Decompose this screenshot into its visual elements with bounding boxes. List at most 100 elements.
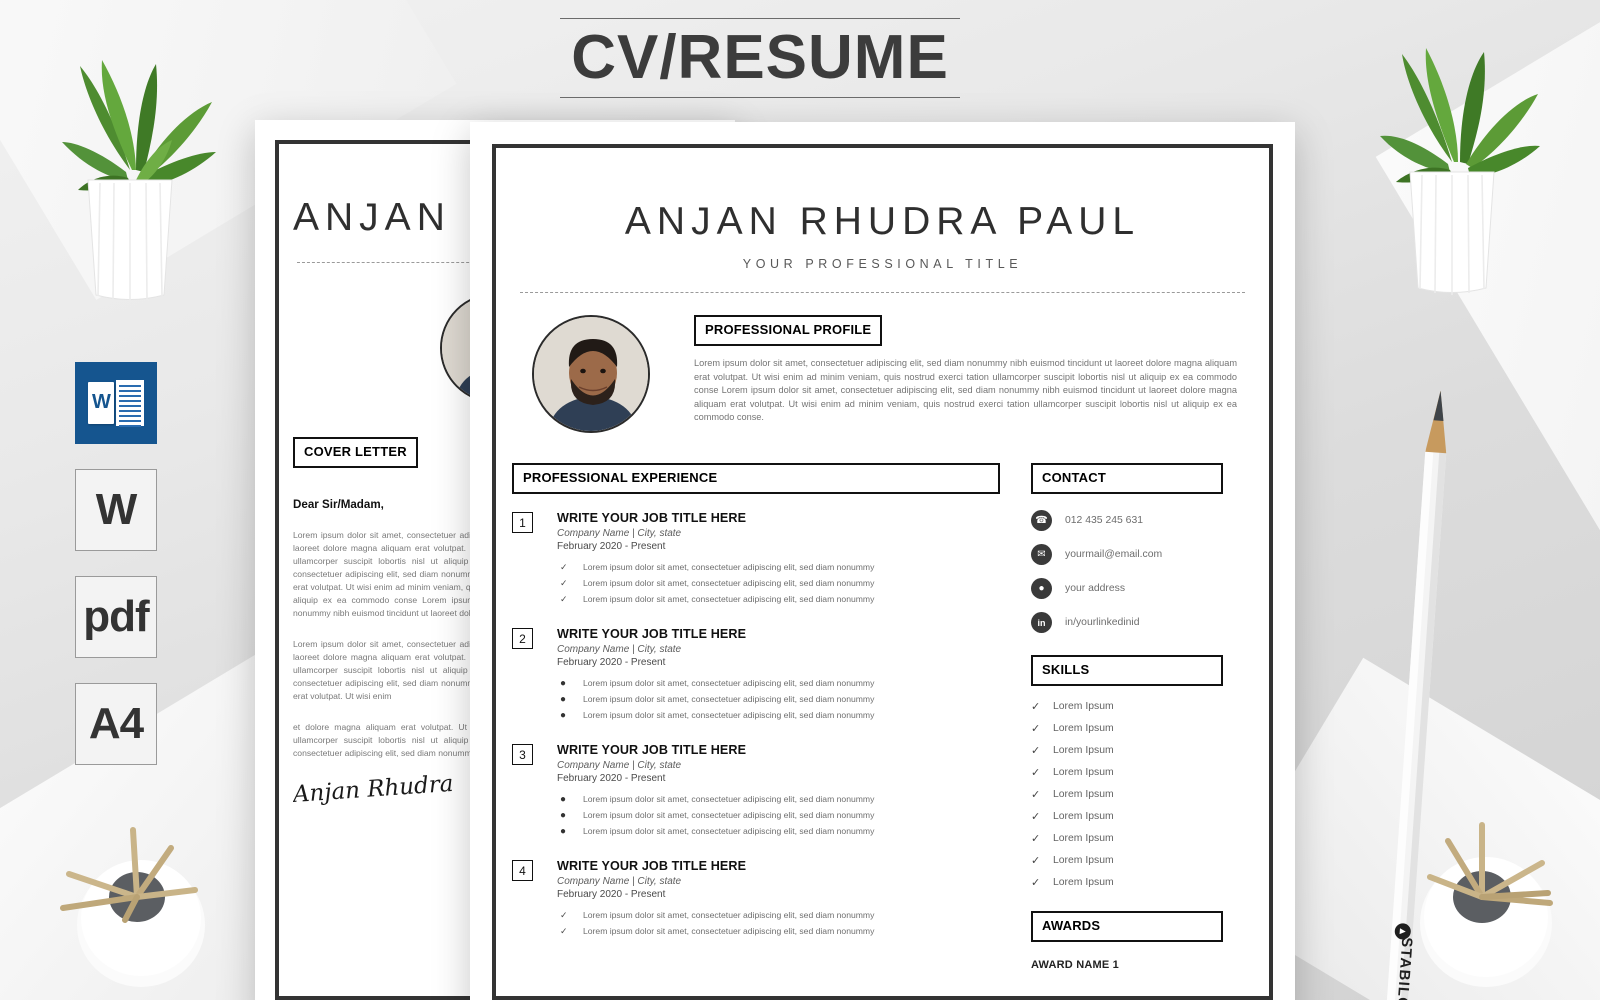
awards-list: AWARD NAME 1 bbox=[1031, 959, 1223, 971]
avatar bbox=[532, 315, 650, 433]
contact-heading-box: CONTACT bbox=[1031, 463, 1223, 494]
skill-label: Lorem Ipsum bbox=[1053, 789, 1114, 800]
experience-item[interactable]: 4 WRITE YOUR JOB TITLE HERE Company Name… bbox=[512, 859, 1000, 942]
experience-item[interactable]: 3 WRITE YOUR JOB TITLE HERE Company Name… bbox=[512, 743, 1000, 842]
experience-bullet-text: Lorem ipsum dolor sit amet, consectetuer… bbox=[583, 694, 875, 704]
experience-bullet: ● Lorem ipsum dolor sit amet, consectetu… bbox=[557, 794, 1000, 805]
experience-bullet-text: Lorem ipsum dolor sit amet, consectetuer… bbox=[583, 794, 875, 804]
skill-label: Lorem Ipsum bbox=[1053, 701, 1114, 712]
resume-name: ANJAN RHUDRA PAUL bbox=[624, 200, 1141, 243]
experience-bullet-list: ✓ Lorem ipsum dolor sit amet, consectetu… bbox=[557, 910, 1000, 937]
experience-date: February 2020 - Present bbox=[557, 657, 666, 668]
skill-label: Lorem Ipsum bbox=[1053, 811, 1114, 822]
experience-number: 1 bbox=[512, 512, 533, 533]
profile-heading-box: PROFESSIONAL PROFILE bbox=[694, 315, 883, 346]
resume-content: ANJAN RHUDRA PAUL YOUR PROFESSIONAL TITL… bbox=[512, 158, 1253, 986]
experience-bullet-list: ● Lorem ipsum dolor sit amet, consectetu… bbox=[557, 678, 1000, 721]
experience-bullet-text: Lorem ipsum dolor sit amet, consectetuer… bbox=[583, 926, 875, 936]
contact-item[interactable]: ✉ yourmail@email.com bbox=[1031, 544, 1223, 565]
experience-title: WRITE YOUR JOB TITLE HERE bbox=[557, 859, 747, 873]
contact-item[interactable]: ● your address bbox=[1031, 578, 1223, 599]
experience-number: 3 bbox=[512, 744, 533, 765]
resume-professional-title: YOUR PROFESSIONAL TITLE bbox=[742, 257, 1023, 271]
experience-bullet-text: Lorem ipsum dolor sit amet, consectetuer… bbox=[583, 826, 875, 836]
skill-item: ✓ Lorem Ipsum bbox=[1031, 876, 1223, 889]
experience-item[interactable]: 1 WRITE YOUR JOB TITLE HERE Company Name… bbox=[512, 511, 1000, 610]
resume-page[interactable]: ANJAN RHUDRA PAUL YOUR PROFESSIONAL TITL… bbox=[470, 122, 1295, 1000]
envelope-icon: ✉ bbox=[1031, 544, 1052, 565]
check-icon: ✓ bbox=[1031, 745, 1041, 757]
skill-label: Lorem Ipsum bbox=[1053, 767, 1114, 778]
cover-letter-heading-box: COVER LETTER bbox=[293, 437, 418, 468]
sidebar-column: CONTACT ☎ 012 435 245 631 ✉ yourmail@ema… bbox=[1031, 463, 1223, 971]
experience-bullet-list: ● Lorem ipsum dolor sit amet, consectetu… bbox=[557, 794, 1000, 837]
contact-heading: CONTACT bbox=[1042, 470, 1106, 485]
contact-item[interactable]: ☎ 012 435 245 631 bbox=[1031, 510, 1223, 531]
title-rule-bottom bbox=[560, 97, 960, 98]
skills-list: ✓ Lorem Ipsum ✓ Lorem Ipsum ✓ Lorem Ipsu… bbox=[1031, 700, 1223, 889]
resume-profile-row: PROFESSIONAL PROFILE Lorem ipsum dolor s… bbox=[512, 315, 1253, 433]
page-title: CV/RESUME bbox=[571, 23, 949, 92]
awards-heading: AWARDS bbox=[1042, 918, 1101, 933]
experience-bullet: ✓ Lorem ipsum dolor sit amet, consectetu… bbox=[557, 578, 1000, 589]
check-icon: ✓ bbox=[1031, 855, 1041, 867]
linkedin-icon: in bbox=[1031, 612, 1052, 633]
skill-label: Lorem Ipsum bbox=[1053, 723, 1114, 734]
experience-bullet: ✓ Lorem ipsum dolor sit amet, consectetu… bbox=[557, 562, 1000, 573]
experience-bullet-text: Lorem ipsum dolor sit amet, consectetuer… bbox=[583, 578, 875, 588]
dot-bullet-icon: ● bbox=[560, 810, 567, 821]
plant-top-left bbox=[40, 20, 220, 310]
experience-bullet-list: ✓ Lorem ipsum dolor sit amet, consectetu… bbox=[557, 562, 1000, 605]
w-badge[interactable]: W bbox=[75, 469, 157, 551]
resume-header-divider bbox=[520, 292, 1245, 293]
page-title-block: CV/RESUME bbox=[560, 18, 960, 98]
skill-item: ✓ Lorem Ipsum bbox=[1031, 722, 1223, 735]
word-icon-letter: W bbox=[88, 382, 114, 424]
experience-bullet: ● Lorem ipsum dolor sit amet, consectetu… bbox=[557, 826, 1000, 837]
resume-main-row: PROFESSIONAL EXPERIENCE 1 WRITE YOUR JOB… bbox=[512, 463, 1253, 971]
experience-company: Company Name | City, state bbox=[557, 528, 682, 539]
contact-value: in/yourlinkedinid bbox=[1065, 617, 1140, 628]
contact-item[interactable]: in in/yourlinkedinid bbox=[1031, 612, 1223, 633]
experience-body: WRITE YOUR JOB TITLE HERE Company Name |… bbox=[557, 743, 1000, 842]
skills-heading-box: SKILLS bbox=[1031, 655, 1223, 686]
award-item: AWARD NAME 1 bbox=[1031, 959, 1119, 971]
dot-bullet-icon: ● bbox=[560, 794, 567, 805]
contact-value: 012 435 245 631 bbox=[1065, 515, 1144, 526]
experience-bullet: ● Lorem ipsum dolor sit amet, consectetu… bbox=[557, 710, 1000, 721]
experience-bullet-text: Lorem ipsum dolor sit amet, consectetuer… bbox=[583, 810, 875, 820]
experience-bullet-text: Lorem ipsum dolor sit amet, consectetuer… bbox=[583, 678, 875, 688]
experience-body: WRITE YOUR JOB TITLE HERE Company Name |… bbox=[557, 511, 1000, 610]
contact-value: your address bbox=[1065, 583, 1126, 594]
experience-heading-box: PROFESSIONAL EXPERIENCE bbox=[512, 463, 1000, 494]
pdf-badge[interactable]: pdf bbox=[75, 576, 157, 658]
skill-item: ✓ Lorem Ipsum bbox=[1031, 744, 1223, 757]
experience-company: Company Name | City, state bbox=[557, 760, 682, 771]
pencil-cup-bottom-left bbox=[55, 800, 235, 1000]
format-badge-list: W W pdf A4 bbox=[75, 362, 157, 790]
word-logo-badge[interactable]: W bbox=[75, 362, 157, 444]
check-icon: ✓ bbox=[1031, 723, 1041, 735]
experience-list: 1 WRITE YOUR JOB TITLE HERE Company Name… bbox=[512, 511, 1000, 942]
experience-number: 4 bbox=[512, 860, 533, 881]
check-bullet-icon: ✓ bbox=[560, 594, 568, 604]
experience-bullet: ✓ Lorem ipsum dolor sit amet, consectetu… bbox=[557, 594, 1000, 605]
skill-label: Lorem Ipsum bbox=[1053, 877, 1114, 888]
profile-column: PROFESSIONAL PROFILE Lorem ipsum dolor s… bbox=[694, 315, 1253, 433]
experience-title: WRITE YOUR JOB TITLE HERE bbox=[557, 627, 747, 641]
word-icon-lines bbox=[116, 380, 144, 427]
check-icon: ✓ bbox=[1031, 811, 1041, 823]
skill-item: ✓ Lorem Ipsum bbox=[1031, 810, 1223, 823]
experience-company: Company Name | City, state bbox=[557, 876, 682, 887]
experience-item[interactable]: 2 WRITE YOUR JOB TITLE HERE Company Name… bbox=[512, 627, 1000, 726]
check-icon: ✓ bbox=[1031, 767, 1041, 779]
experience-bullet-text: Lorem ipsum dolor sit amet, consectetuer… bbox=[583, 710, 875, 720]
check-bullet-icon: ✓ bbox=[560, 562, 568, 572]
skill-item: ✓ Lorem Ipsum bbox=[1031, 854, 1223, 867]
plant-top-right bbox=[1360, 10, 1545, 305]
experience-number: 2 bbox=[512, 628, 533, 649]
experience-bullet-text: Lorem ipsum dolor sit amet, consectetuer… bbox=[583, 594, 875, 604]
ms-word-icon: W bbox=[88, 380, 144, 427]
a4-badge[interactable]: A4 bbox=[75, 683, 157, 765]
skill-item: ✓ Lorem Ipsum bbox=[1031, 788, 1223, 801]
